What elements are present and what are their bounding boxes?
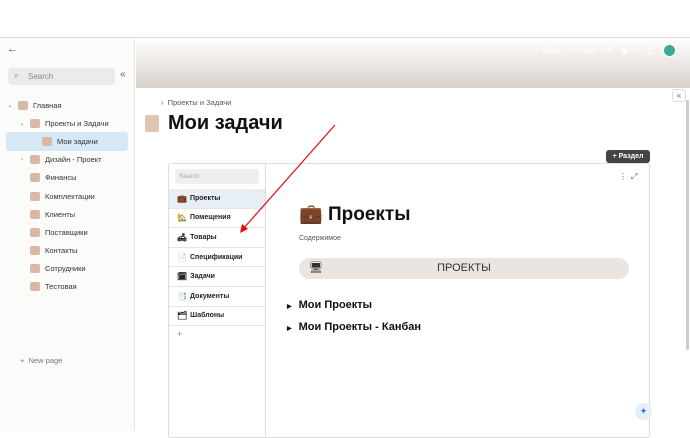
annotation-arrow (240, 124, 336, 233)
arrow-line (242, 124, 336, 230)
